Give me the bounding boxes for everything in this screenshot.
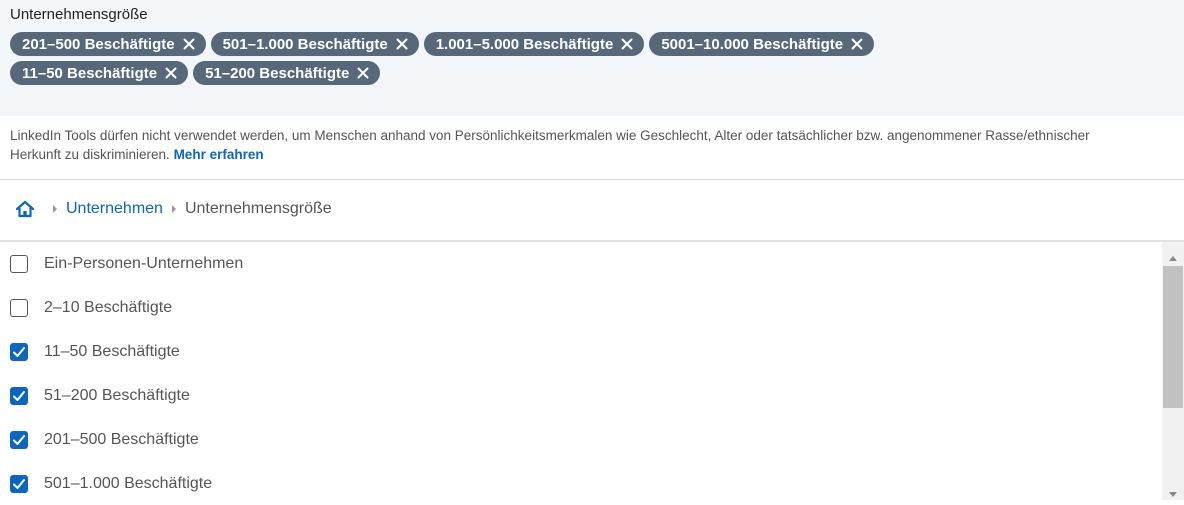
divider <box>0 179 1184 180</box>
scroll-down-icon[interactable] <box>1166 487 1180 505</box>
close-icon[interactable] <box>851 38 863 50</box>
close-icon[interactable] <box>357 67 369 79</box>
checkbox[interactable] <box>10 299 28 317</box>
filter-panel: Unternehmensgröße 201–500 Beschäftigte 5… <box>0 0 1184 116</box>
chip[interactable]: 51–200 Beschäftigte <box>193 61 381 85</box>
checkbox[interactable] <box>10 431 28 449</box>
option-list: Ein-Personen-Unternehmen 2–10 Beschäftig… <box>0 242 1160 500</box>
option-label: 51–200 Beschäftigte <box>44 387 190 404</box>
close-icon[interactable] <box>165 67 177 79</box>
chip[interactable]: 501–1.000 Beschäftigte <box>210 32 419 56</box>
list-item[interactable]: 2–10 Beschäftigte <box>0 286 1160 330</box>
close-icon[interactable] <box>183 38 195 50</box>
close-icon[interactable] <box>396 38 408 50</box>
option-label: 201–500 Beschäftigte <box>44 431 199 448</box>
checkbox[interactable] <box>10 475 28 493</box>
caret-right-icon <box>169 203 179 215</box>
learn-more-link[interactable]: Mehr erfahren <box>174 147 264 162</box>
scrollbar-thumb[interactable] <box>1163 266 1183 408</box>
checkbox[interactable] <box>10 387 28 405</box>
breadcrumb-unternehmen[interactable]: Unternehmen <box>66 200 163 218</box>
option-label: 2–10 Beschäftigte <box>44 299 173 316</box>
discrimination-notice: LinkedIn Tools dürfen nicht verwendet we… <box>10 128 1090 162</box>
chip[interactable]: 5001–10.000 Beschäftigte <box>649 32 875 56</box>
filter-title: Unternehmensgröße <box>10 6 148 23</box>
option-label: 11–50 Beschäftigte <box>44 343 180 360</box>
chip[interactable]: 11–50 Beschäftigte <box>10 61 189 85</box>
list-item[interactable]: Ein-Personen-Unternehmen <box>0 242 1160 286</box>
checkbox[interactable] <box>10 255 28 273</box>
list-item[interactable]: 11–50 Beschäftigte <box>0 330 1160 374</box>
list-item[interactable]: 201–500 Beschäftigte <box>0 418 1160 462</box>
selected-chips: 201–500 Beschäftigte 501–1.000 Beschäfti… <box>10 32 1170 90</box>
breadcrumb: Unternehmen Unternehmensgröße <box>14 198 332 220</box>
list-item[interactable]: 501–1.000 Beschäftigte <box>0 462 1160 500</box>
list-item[interactable]: 51–200 Beschäftigte <box>0 374 1160 418</box>
checkbox[interactable] <box>10 343 28 361</box>
option-label: Ein-Personen-Unternehmen <box>44 255 244 272</box>
option-label: 501–1.000 Beschäftigte <box>44 475 213 492</box>
home-icon[interactable] <box>14 198 36 220</box>
breadcrumb-current: Unternehmensgröße <box>184 200 332 217</box>
close-icon[interactable] <box>621 38 633 50</box>
caret-right-icon <box>50 203 60 215</box>
chip[interactable]: 1.001–5.000 Beschäftigte <box>423 32 645 56</box>
chip[interactable]: 201–500 Beschäftigte <box>10 32 206 56</box>
